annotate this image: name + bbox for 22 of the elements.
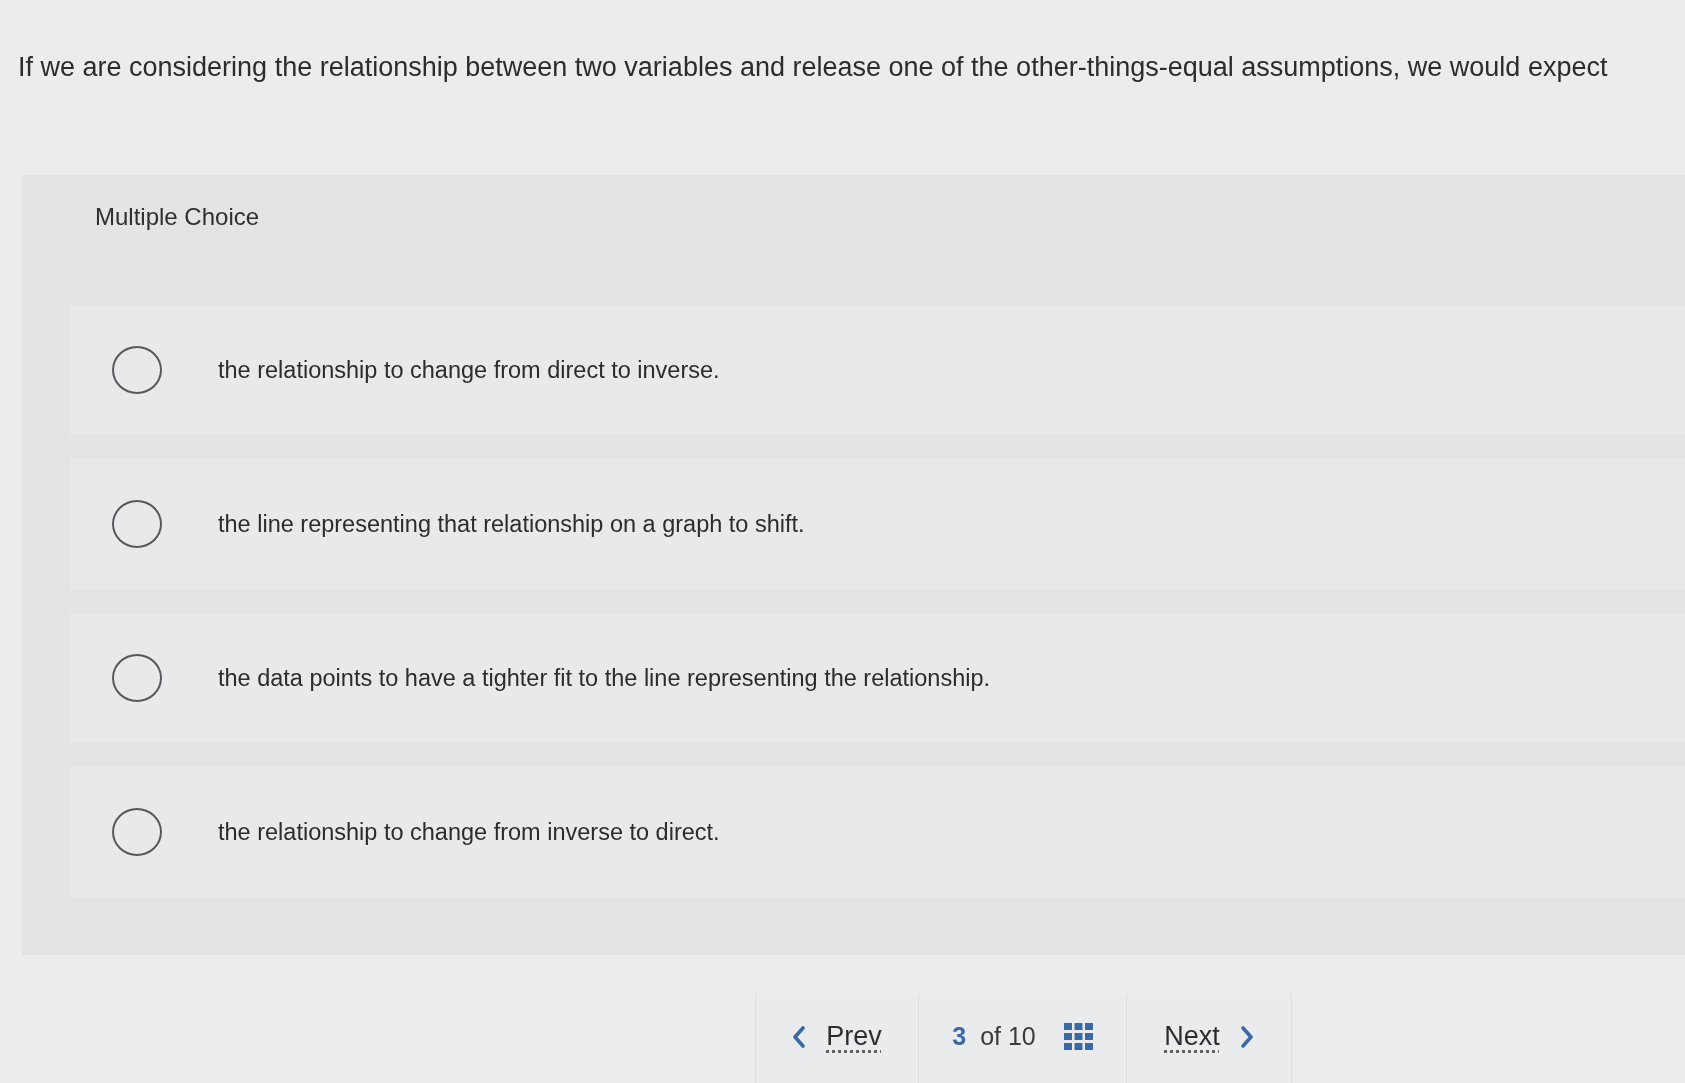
chevron-right-icon <box>1239 1025 1254 1048</box>
section-label: Multiple Choice <box>94 203 260 231</box>
answer-option[interactable]: the relationship to change from direct to inverse. <box>70 305 1685 435</box>
answer-option[interactable]: the line representing that relationship on a graph to shift. <box>70 459 1685 589</box>
option-text: the relationship to change from inverse to direct. <box>218 818 720 846</box>
question-text: If we are considering the relationship between two variables and release one of the other-things-equal assumptions, we would expect <box>17 51 1609 83</box>
next-button[interactable]: Next <box>1164 1021 1254 1052</box>
radio-button[interactable] <box>112 808 162 856</box>
radio-button[interactable] <box>112 346 162 394</box>
radio-button[interactable] <box>112 500 162 548</box>
prev-button[interactable]: Prev <box>792 1021 882 1052</box>
option-text: the data points to have a tighter fit to the line representing the relationship. <box>218 664 991 692</box>
current-page: 3 <box>952 1022 967 1051</box>
option-text: the relationship to change from direct to inverse. <box>218 356 720 384</box>
option-text: the line representing that relationship on a graph to shift. <box>218 510 805 538</box>
grid-icon <box>1063 1023 1093 1050</box>
answer-option[interactable]: the data points to have a tighter fit to the line representing the relationship. <box>70 613 1685 743</box>
chevron-left-icon <box>792 1025 807 1048</box>
question-list-button[interactable] <box>1063 1023 1093 1050</box>
radio-button[interactable] <box>112 654 162 702</box>
answer-option[interactable]: the relationship to change from inverse to direct. <box>70 767 1685 897</box>
page-total: of 10 <box>980 1022 1036 1051</box>
